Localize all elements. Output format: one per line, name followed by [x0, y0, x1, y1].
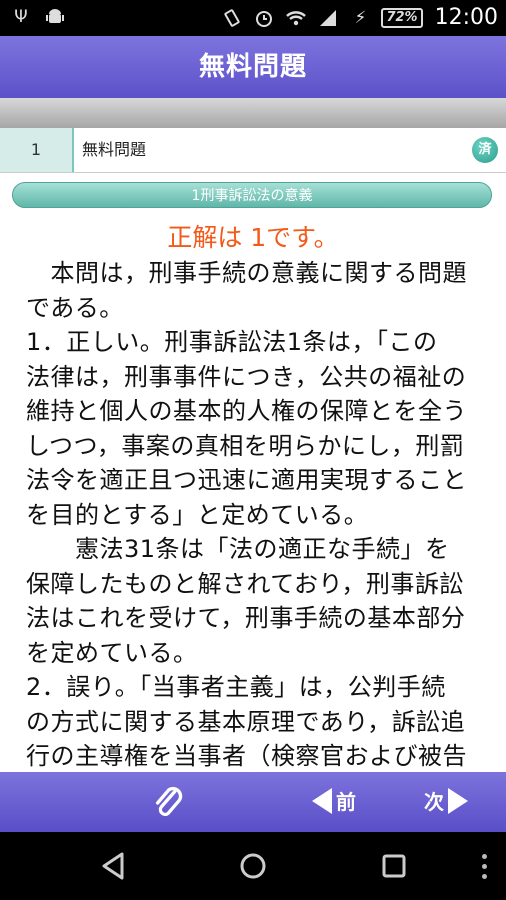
text-line: 行の主導権を当事者（検察官および被告 [26, 742, 467, 770]
paperclip-icon[interactable] [150, 784, 188, 822]
charging-icon: ⚡ [354, 7, 367, 28]
page-title: 無料問題 [198, 52, 307, 82]
question-title: 無料問題 [82, 140, 147, 159]
explanation-content[interactable]: 正解は 1です。 本問は，刑事手続の意義に関する問題 である。 1．正しい。刑事… [0, 214, 506, 772]
text-line: 憲法31条は「法の適正な手続」を [26, 535, 450, 563]
arrow-left-icon [312, 787, 332, 814]
recents-icon[interactable] [378, 850, 410, 882]
text-line: 法令を適正且つ迅速に適用実現すること [26, 466, 467, 494]
arrow-right-icon [448, 787, 468, 814]
topic-label: 1刑事訴訟法の意義 [12, 182, 492, 208]
answer-heading: 正解は 1です。 [167, 223, 339, 252]
prev-button[interactable]: 前 [312, 786, 356, 815]
app-header: 無料問題 [0, 36, 506, 98]
text-line: 本問は，刑事手続の意義に関する問題 [26, 259, 467, 287]
done-badge: 済 [472, 137, 498, 163]
text-line: 法律は，刑事事件につき，公共の福祉の [26, 362, 467, 391]
text-line: 保障したものと解されており，刑事訴訟 [26, 569, 464, 598]
home-icon[interactable] [237, 850, 269, 882]
bottom-toolbar: 前 次 [0, 772, 506, 832]
android-icon [44, 6, 66, 28]
text-line: を目的とする」と定めている。 [26, 500, 369, 529]
vibrate-icon [221, 7, 243, 29]
header-divider [0, 98, 506, 128]
explanation-text: 本問は，刑事手続の意義に関する問題 である。 1．正しい。刑事訴訟法1条は，「こ… [26, 256, 496, 772]
system-nav-bar [0, 832, 506, 900]
clock: 12:00 [434, 5, 498, 30]
overflow-menu-icon[interactable] [482, 854, 488, 884]
text-line: しつつ，事案の真相を明らかにし，刑罰 [26, 431, 465, 460]
usb-icon: Ψ [14, 7, 28, 27]
text-line: を定めている。 [26, 638, 198, 667]
question-row[interactable]: 1 無料問題 済 [0, 128, 506, 173]
text-line: 1．正しい。刑事訴訟法1条は，「この [26, 328, 438, 356]
next-button[interactable]: 次 [424, 786, 468, 815]
wifi-icon [285, 7, 307, 29]
text-line: の方式に関する基本原理であり，訴訟追 [26, 707, 466, 736]
battery-indicator: 72% [381, 7, 423, 28]
text-line: 維持と個人の基本的人権の保障とを全う [26, 397, 467, 425]
prev-label: 前 [336, 790, 356, 814]
alarm-icon [253, 7, 275, 29]
question-number: 1 [0, 128, 74, 172]
signal-icon [317, 7, 339, 29]
text-line: 法はこれを受けて，刑事手続の基本部分 [26, 604, 466, 632]
next-label: 次 [424, 790, 444, 814]
status-bar: Ψ ⚡ 72% 12:00 [0, 0, 506, 36]
back-icon[interactable] [98, 850, 130, 882]
text-line: である。 [26, 293, 124, 322]
text-line: 2．誤り。「当事者主義」は，公判手続 [26, 673, 446, 701]
